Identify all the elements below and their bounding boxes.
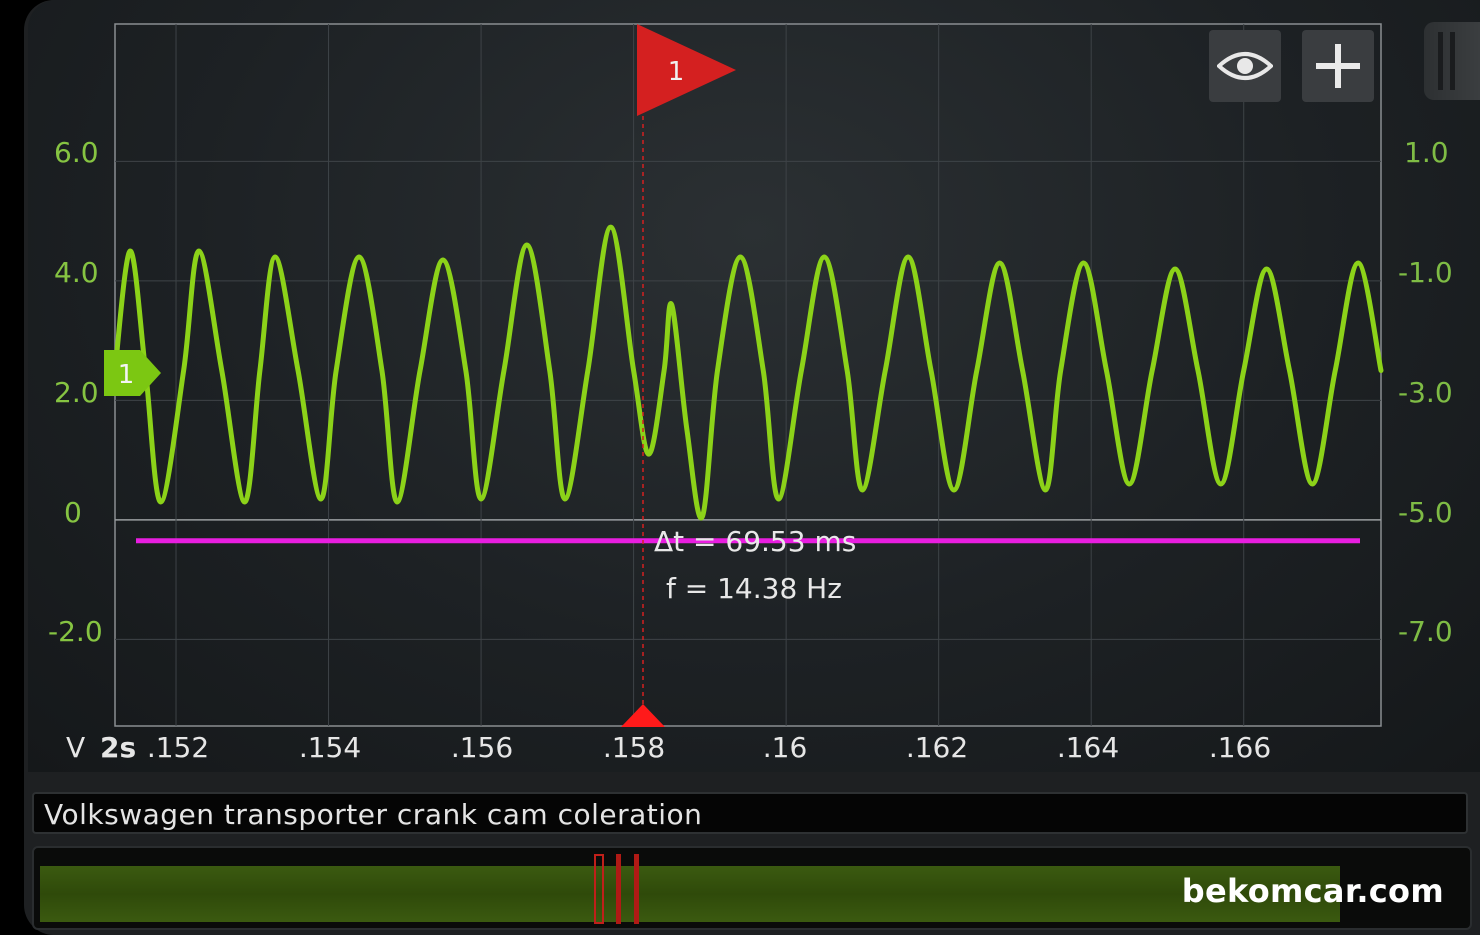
recording-overview-strip[interactable]: bekomcar.com: [32, 846, 1472, 930]
right-tick-label: -3.0: [1398, 376, 1453, 409]
channel-marker-label: 1: [118, 360, 135, 390]
oscilloscope-panel[interactable]: 6.0 4.0 2.0 0 -2.0 1.0 -1.0 -3.0 -5.0 -7…: [28, 0, 1480, 772]
left-tick-label: 4.0: [54, 256, 99, 289]
left-tick-label: 0: [64, 496, 82, 529]
time-tick-label: .166: [1209, 731, 1271, 764]
flag-label: 1: [668, 57, 685, 87]
waveform-trace-channel-1: [112, 224, 1384, 521]
right-tick-label: -7.0: [1398, 615, 1453, 648]
right-tick-label: 1.0: [1404, 136, 1449, 169]
plot-area[interactable]: [114, 23, 1382, 727]
time-tick-label: .152: [147, 731, 209, 764]
left-tick-label: 6.0: [54, 136, 99, 169]
plus-icon: [1316, 44, 1360, 88]
time-tick-label: .162: [906, 731, 968, 764]
time-tick-label: .158: [603, 731, 665, 764]
overview-waveform: [40, 866, 1340, 922]
right-tick-label: -5.0: [1398, 496, 1453, 529]
timebase-label[interactable]: 2s: [100, 731, 136, 764]
flag-icon[interactable]: [637, 24, 736, 116]
visibility-button[interactable]: [1209, 30, 1281, 102]
plot-grid: [115, 24, 1381, 726]
cursor-flag-marker[interactable]: 1: [637, 24, 736, 116]
side-drawer-handle[interactable]: [1424, 22, 1480, 100]
time-tick-label: .154: [299, 731, 361, 764]
time-tick-label: .164: [1057, 731, 1119, 764]
right-tick-label: -1.0: [1398, 256, 1453, 289]
left-tick-label: 2.0: [54, 376, 99, 409]
recording-title: Volkswagen transporter crank cam colerat…: [32, 792, 1468, 834]
left-axis: 6.0 4.0 2.0 0 -2.0: [48, 136, 103, 648]
overview-view-marker: [634, 854, 639, 924]
cursor-handle[interactable]: [621, 704, 665, 727]
left-tick-label: -2.0: [48, 615, 103, 648]
right-axis: 1.0 -1.0 -3.0 -5.0 -7.0: [1398, 136, 1453, 648]
overview-view-marker: [616, 854, 621, 924]
time-tick-labels: .152 .154 .156 .158 .16 .162 .164 .166: [147, 731, 1271, 764]
time-tick-label: .16: [763, 731, 808, 764]
time-tick-label: .156: [451, 731, 513, 764]
frequency-readout: f = 14.38 Hz: [666, 572, 842, 605]
voltage-unit-label: V: [66, 731, 85, 764]
eye-icon: [1217, 52, 1273, 80]
overview-view-marker[interactable]: [594, 854, 604, 924]
watermark: bekomcar.com: [1181, 872, 1444, 910]
channel-1-level-marker[interactable]: 1: [104, 350, 161, 396]
delta-t-readout: Δt = 69.53 ms: [654, 525, 856, 558]
add-button[interactable]: [1302, 30, 1374, 102]
time-axis: V 2s .152 .154 .156 .158 .16 .162 .164 .…: [66, 731, 1271, 764]
